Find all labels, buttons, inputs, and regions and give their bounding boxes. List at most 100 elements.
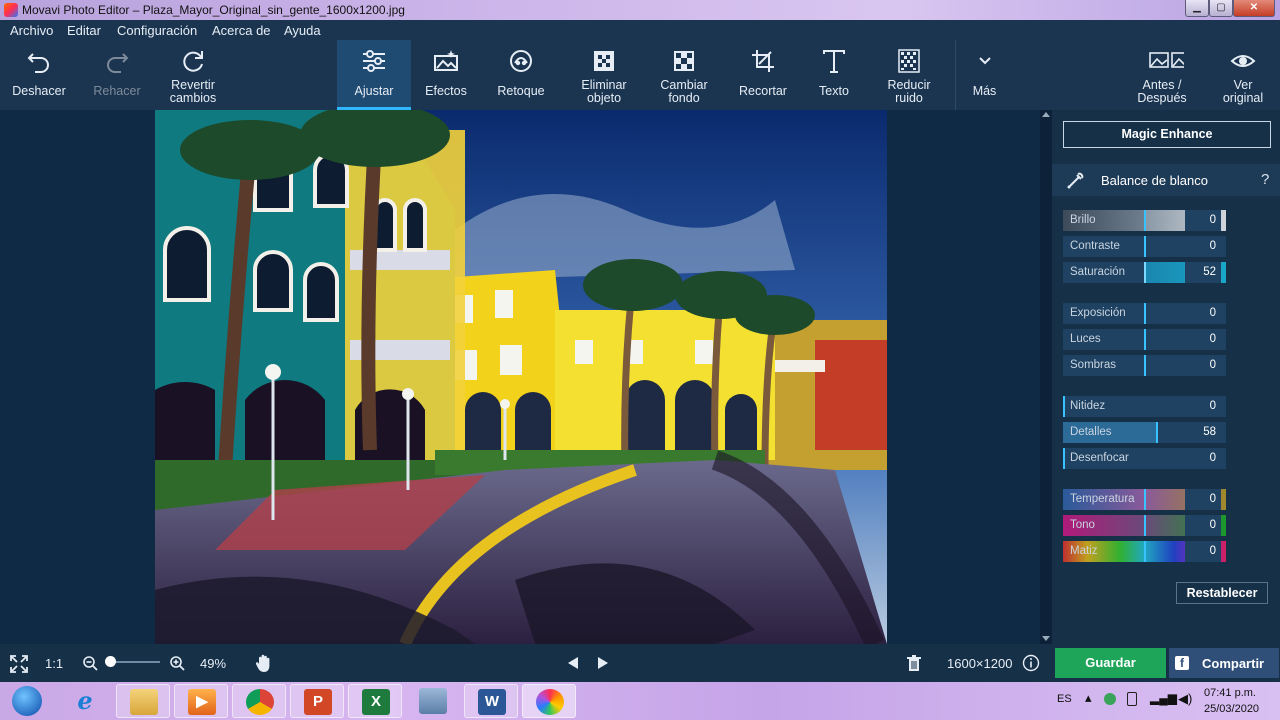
view-original-button[interactable]: Ver original [1207, 40, 1279, 110]
plaza-photo-image [155, 110, 887, 644]
save-button[interactable]: Guardar [1055, 648, 1166, 678]
slider-tono-value[interactable]: 0 [1185, 515, 1221, 536]
tab-texto[interactable]: Texto [800, 40, 868, 110]
facebook-icon: f [1175, 656, 1189, 670]
image-dimensions: 1600×1200 [947, 656, 1013, 671]
main-toolbar: Deshacer Rehacer Revertir cambios Ajustar… [0, 40, 1280, 110]
language-indicator[interactable]: ES [1057, 693, 1072, 705]
slider-contraste-value[interactable]: 0 [1185, 236, 1221, 257]
zoom-level: 49% [200, 656, 227, 671]
taskbar-powerpoint[interactable]: P [290, 684, 344, 718]
calculator-icon [419, 688, 447, 714]
minimize-button[interactable]: ▁ [1185, 0, 1209, 17]
more-label: Más [972, 84, 997, 98]
magic-enhance-button[interactable]: Magic Enhance [1063, 121, 1271, 148]
revert-changes-button[interactable]: Revertir cambios [156, 40, 230, 110]
title-bar: Movavi Photo Editor – Plaza_Mayor_Origin… [0, 0, 1280, 20]
slider-luces-value[interactable]: 0 [1185, 329, 1221, 350]
slider-detalles-label: Detalles [1070, 426, 1112, 438]
taskbar-explorer[interactable] [116, 684, 170, 718]
clock-date[interactable]: 25/03/2020 [1204, 703, 1259, 715]
slider-brillo-value[interactable]: 0 [1185, 210, 1221, 231]
taskbar-internet-explorer[interactable]: e [58, 684, 112, 718]
slider-temperatura-label: Temperatura [1070, 493, 1135, 505]
edited-photo[interactable] [155, 110, 887, 644]
eye-icon [1230, 55, 1256, 67]
taskbar-media-player[interactable]: ▶ [174, 684, 228, 718]
refresh-icon [183, 51, 203, 72]
volume-icon[interactable]: ◀) [1178, 691, 1192, 707]
tab-ajustar[interactable]: Ajustar [337, 40, 411, 110]
taskbar-movavi[interactable] [522, 684, 576, 718]
tab-efectos[interactable]: Efectos [411, 40, 481, 110]
network-status-icon[interactable] [1104, 693, 1116, 705]
white-balance-row[interactable]: Balance de blanco ? [1052, 164, 1280, 196]
clock-time[interactable]: 07:41 p.m. [1204, 687, 1256, 699]
scroll-up-icon[interactable] [1042, 112, 1050, 117]
reset-button[interactable]: Restablecer [1176, 582, 1268, 604]
word-icon: W [478, 689, 506, 715]
taskbar-chrome[interactable] [232, 684, 286, 718]
tab-reducir-ruido[interactable]: Reducir ruido [872, 40, 946, 110]
show-hidden-icons-icon[interactable]: ▴ [1085, 690, 1092, 706]
next-image-icon[interactable] [598, 657, 608, 669]
taskbar-excel[interactable]: X [348, 684, 402, 718]
menu-ayuda[interactable]: Ayuda [284, 23, 321, 38]
movavi-icon [536, 689, 564, 715]
redo-button[interactable]: Rehacer [78, 40, 156, 110]
slider-matiz-value[interactable]: 0 [1185, 541, 1221, 562]
canvas-scrollbar[interactable] [1040, 110, 1052, 644]
windows-taskbar: e ▶ P X W ES ▴ ▂▄▆ ◀) 07:41 p.m. 25/03/2… [0, 682, 1280, 720]
slider-desenfocar-value[interactable]: 0 [1185, 448, 1221, 469]
tab-retoque[interactable]: Retoque [486, 40, 556, 110]
slider-exposicion-label: Exposición [1070, 307, 1126, 319]
movavi-app-icon [4, 3, 18, 17]
slider-nitidez-label: Nitidez [1070, 400, 1106, 412]
change-background-icon [674, 51, 694, 71]
slider-saturacion-value[interactable]: 52 [1185, 262, 1221, 283]
taskbar-word[interactable]: W [464, 684, 518, 718]
info-icon[interactable] [1022, 654, 1040, 672]
slider-temperatura-value[interactable]: 0 [1185, 489, 1221, 510]
menu-editar[interactable]: Editar [67, 23, 101, 38]
tab-eliminar-objeto[interactable]: Eliminar objeto [566, 40, 642, 110]
before-after-label: Antes / Después [1137, 78, 1187, 105]
more-button[interactable]: Más [955, 40, 1013, 110]
internet-explorer-icon: e [77, 686, 93, 715]
chrome-icon [246, 689, 274, 715]
help-icon[interactable]: ? [1261, 171, 1269, 188]
zoom-in-icon[interactable] [169, 655, 185, 671]
slider-saturacion-label: Saturación [1070, 266, 1125, 278]
scroll-down-icon[interactable] [1042, 636, 1050, 641]
undo-icon [27, 53, 49, 73]
menu-archivo[interactable]: Archivo [10, 23, 53, 38]
slider-sombras-value[interactable]: 0 [1185, 355, 1221, 376]
eyedropper-icon[interactable] [1065, 169, 1087, 191]
media-player-icon: ▶ [188, 689, 216, 715]
maximize-button[interactable]: ▢ [1209, 0, 1233, 17]
tab-recortar[interactable]: Recortar [728, 40, 798, 110]
hand-pan-icon[interactable] [255, 653, 273, 673]
slider-exposicion-value[interactable]: 0 [1185, 303, 1221, 324]
white-balance-label: Balance de blanco [1101, 173, 1208, 188]
slider-detalles-value[interactable]: 58 [1185, 422, 1221, 443]
zoom-out-icon[interactable] [82, 655, 98, 671]
trash-icon[interactable] [907, 655, 921, 672]
fit-screen-icon[interactable] [10, 655, 28, 673]
close-button[interactable]: ✕ [1233, 0, 1275, 17]
zoom-slider-handle[interactable] [105, 656, 117, 667]
signal-bars-icon[interactable]: ▂▄▆ [1150, 691, 1177, 705]
slider-nitidez-value[interactable]: 0 [1185, 396, 1221, 417]
crop-icon [752, 50, 774, 72]
actual-size-button[interactable]: 1:1 [45, 656, 63, 671]
tab-cambiar-fondo[interactable]: Cambiar fondo [646, 40, 722, 110]
menu-acerca-de[interactable]: Acerca de [212, 23, 271, 38]
battery-icon[interactable] [1127, 692, 1137, 706]
before-after-button[interactable]: Antes / Después [1126, 40, 1198, 110]
start-button[interactable] [0, 684, 54, 718]
share-button[interactable]: f Compartir [1169, 648, 1279, 678]
previous-image-icon[interactable] [568, 657, 578, 669]
taskbar-calculator[interactable] [406, 684, 460, 718]
undo-button[interactable]: Deshacer [0, 40, 78, 110]
menu-configuracion[interactable]: Configuración [117, 23, 197, 38]
